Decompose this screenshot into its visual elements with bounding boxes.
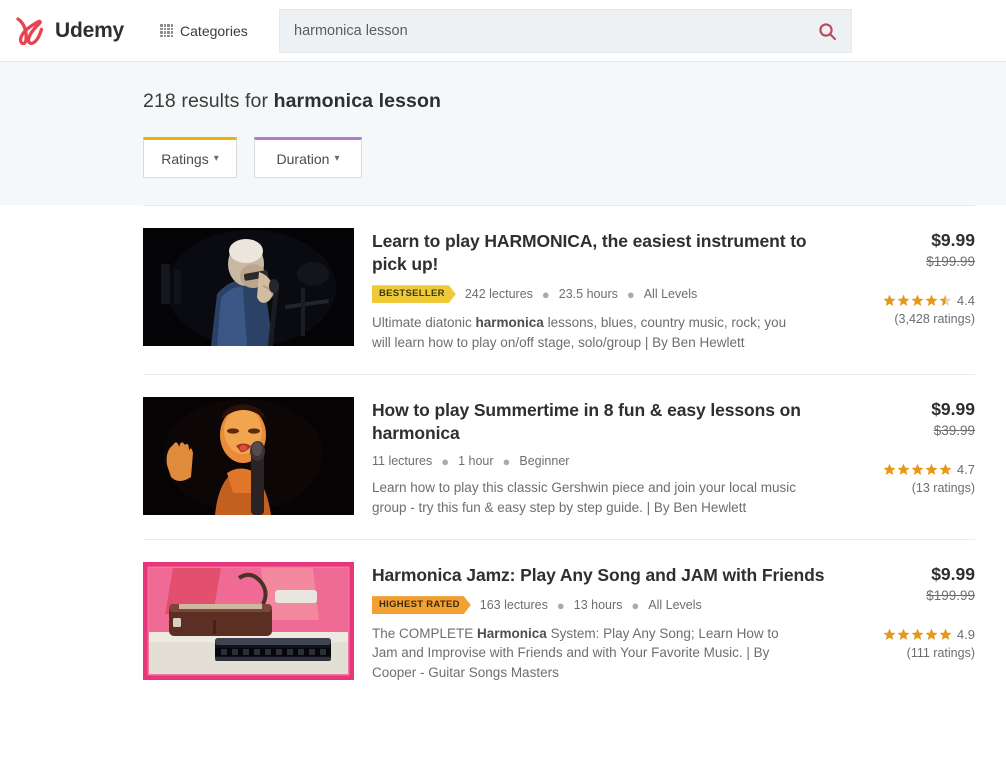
meta-separator-dot: ●	[556, 597, 565, 613]
course-price-current: $9.99	[931, 230, 975, 250]
status-badge-bestseller: BESTSELLER	[372, 285, 456, 303]
course-rating-value: 4.4	[956, 293, 975, 308]
course-level: Beginner	[519, 454, 570, 469]
course-info: How to play Summertime in 8 fun & easy l…	[372, 397, 831, 517]
udemy-u-logo-icon	[16, 16, 44, 45]
course-price-original: $199.99	[926, 254, 975, 269]
meta-separator-dot: ●	[541, 286, 550, 302]
course-card[interactable]: Learn to play HARMONICA, the easiest ins…	[143, 205, 975, 374]
course-price-current: $9.99	[931, 398, 975, 419]
meta-separator-dot: ●	[441, 453, 450, 469]
course-price-rating: $9.99 $199.99 4.4 (3,428 ratings)	[849, 228, 975, 352]
filter-ratings-button[interactable]: Ratings ▾	[143, 137, 237, 178]
results-query-text: harmonica lesson	[273, 90, 441, 112]
course-duration: 23.5 hours	[558, 287, 618, 302]
course-thumbnail-harmonica-on-table[interactable]	[143, 562, 354, 680]
course-rating-row: 4.7	[849, 462, 975, 477]
course-description: Learn how to play this classic Gershwin …	[372, 478, 804, 517]
course-meta: BESTSELLER 242 lectures ● 23.5 hours ● A…	[372, 285, 831, 303]
course-title[interactable]: Learn to play HARMONICA, the easiest ins…	[372, 230, 831, 276]
course-description-pre: The COMPLETE	[372, 625, 478, 641]
course-price-rating: $9.99 $39.99 4.7 (13 ratings)	[849, 397, 975, 517]
course-title[interactable]: Harmonica Jamz: Play Any Song and JAM wi…	[372, 564, 831, 587]
meta-separator-dot: ●	[626, 286, 635, 302]
course-title[interactable]: How to play Summertime in 8 fun & easy l…	[372, 399, 831, 445]
course-lectures: 163 lectures	[479, 598, 548, 613]
filter-duration-label: Duration	[276, 150, 330, 167]
results-banner: 218 results for harmonica lesson Ratings…	[0, 62, 1006, 205]
course-price-current: $9.99	[931, 564, 975, 584]
meta-separator-dot: ●	[502, 453, 511, 469]
star-rating-icon	[883, 628, 952, 641]
course-lectures: 242 lectures	[464, 287, 533, 302]
course-price-original: $199.99	[926, 588, 975, 603]
meta-separator-dot: ●	[631, 597, 640, 613]
course-info: Harmonica Jamz: Play Any Song and JAM wi…	[372, 562, 831, 682]
star-rating-icon	[883, 463, 952, 476]
categories-label: Categories	[180, 22, 248, 39]
course-description-highlight: Harmonica	[477, 625, 547, 641]
star-rating-icon	[883, 294, 952, 307]
thumbnail-image-harmonica	[143, 562, 354, 680]
course-duration: 1 hour	[458, 454, 494, 469]
search-bar[interactable]	[279, 9, 852, 53]
udemy-logo-text: Udemy	[55, 18, 125, 42]
course-level: All Levels	[643, 287, 698, 302]
course-info: Learn to play HARMONICA, the easiest ins…	[372, 228, 831, 352]
search-input[interactable]	[294, 23, 816, 39]
course-level: All Levels	[648, 598, 702, 613]
course-description-pre: Ultimate diatonic	[372, 315, 476, 331]
course-thumbnail-singer-microphone[interactable]	[143, 396, 354, 515]
course-rating-value: 4.9	[956, 627, 975, 642]
site-header: Udemy Categories	[0, 0, 1006, 62]
results-heading: 218 results for harmonica lesson	[143, 90, 1006, 113]
course-meta: 11 lectures ● 1 hour ● Beginner	[372, 454, 831, 468]
course-rating-row: 4.9	[849, 627, 975, 642]
search-icon	[819, 22, 837, 40]
course-description: The COMPLETE Harmonica System: Play Any …	[372, 624, 804, 682]
course-meta: HIGHEST RATED 163 lectures ● 13 hours ● …	[372, 596, 831, 614]
course-description-highlight: harmonica	[475, 315, 544, 331]
course-duration: 13 hours	[573, 598, 623, 613]
course-price-original: $39.99	[933, 422, 975, 438]
course-lectures: 11 lectures	[372, 454, 433, 469]
search-button[interactable]	[816, 22, 839, 41]
course-rating-count: (111 ratings)	[906, 646, 975, 660]
course-rating-value: 4.7	[956, 461, 975, 477]
filter-ratings-label: Ratings	[161, 150, 209, 167]
course-price-rating: $9.99 $199.99 4.9 (111 ratings)	[849, 562, 975, 682]
course-rating-count: (13 ratings)	[911, 480, 975, 495]
udemy-logo[interactable]: Udemy	[14, 16, 125, 45]
thumbnail-image-singer	[143, 396, 354, 515]
search-results-list: Learn to play HARMONICA, the easiest ins…	[0, 205, 1006, 705]
filter-bar: Ratings ▾ Duration ▾	[143, 137, 1006, 178]
course-thumbnail-harmonica-player-stage[interactable]	[143, 228, 354, 346]
filter-duration-button[interactable]: Duration ▾	[254, 137, 362, 178]
course-description-pre: Learn how to play this classic Gershwin …	[372, 480, 796, 515]
thumbnail-image-stage-harmonica	[143, 228, 354, 346]
grid-dots-icon	[160, 24, 174, 37]
course-rating-row: 4.4	[849, 293, 975, 308]
categories-menu-button[interactable]: Categories	[160, 23, 248, 39]
chevron-down-icon: ▾	[334, 152, 340, 164]
course-card[interactable]: Harmonica Jamz: Play Any Song and JAM wi…	[143, 539, 975, 704]
chevron-down-icon: ▾	[213, 152, 219, 164]
course-card[interactable]: How to play Summertime in 8 fun & easy l…	[143, 373, 975, 539]
course-description: Ultimate diatonic harmonica lessons, blu…	[372, 313, 804, 352]
results-count-text: 218 results for	[143, 90, 274, 112]
course-rating-count: (3,428 ratings)	[894, 312, 975, 326]
status-badge-highest-rated: HIGHEST RATED	[372, 596, 471, 614]
